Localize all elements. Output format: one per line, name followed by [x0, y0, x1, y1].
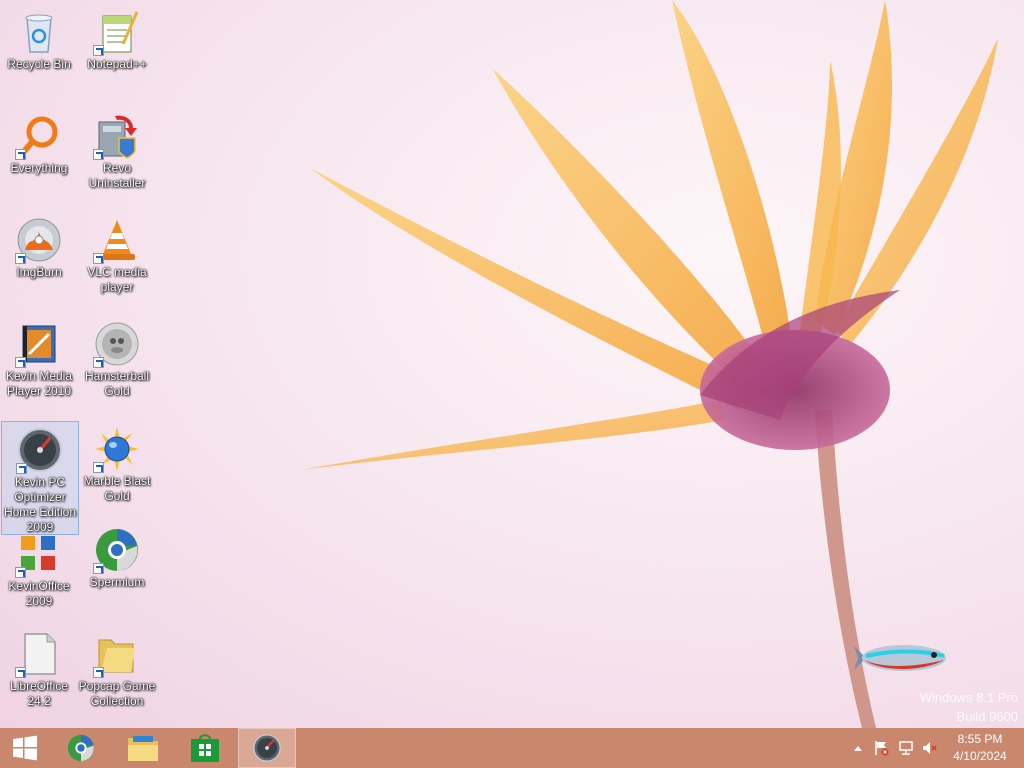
network-button[interactable] [898, 740, 914, 756]
icon-label: Kevin Media Player 2010 [5, 369, 73, 398]
browser-icon [67, 734, 95, 762]
shortcut-arrow-icon [93, 357, 104, 368]
icon-label: Kevin PC Optimizer Home Edition 2009 [3, 475, 77, 534]
desktop-icon-everything[interactable]: Everything [0, 108, 78, 176]
desktop-icon-recycle-bin[interactable]: Recycle Bin [0, 4, 78, 72]
taskbar: 8:55 PM 4/10/2024 [0, 728, 1024, 768]
recycle-bin-icon [15, 8, 63, 56]
desktop[interactable]: Recycle Bin Everything ImgBurn Kevin Med… [0, 0, 1024, 728]
watermark-build: Build 9600 [956, 709, 1018, 724]
desktop-icon-popcap-collection[interactable]: Popcap Game Collection [78, 626, 156, 709]
vlc-icon [93, 216, 141, 264]
browser-icon [93, 526, 141, 574]
marble-blast-icon [93, 425, 141, 473]
desktop-icon-kevin-media-player[interactable]: Kevin Media Player 2010 [0, 316, 78, 399]
network-icon [899, 741, 913, 755]
media-player-icon [15, 320, 63, 368]
pc-optimizer-icon [16, 426, 64, 474]
imgburn-icon [15, 216, 63, 264]
shortcut-arrow-icon [15, 667, 26, 678]
office-icon [15, 530, 63, 578]
shortcut-arrow-icon [93, 563, 104, 574]
show-hidden-icons-button[interactable] [850, 740, 866, 756]
desktop-icon-revo-uninstaller[interactable]: Revo Uninstaller [78, 108, 156, 191]
shortcut-arrow-icon [16, 463, 27, 474]
taskbar-pc-optimizer[interactable] [238, 728, 296, 768]
shortcut-arrow-icon [93, 149, 104, 160]
start-button[interactable] [0, 728, 50, 768]
icon-label: Hamsterball Gold [84, 369, 150, 398]
shortcut-arrow-icon [15, 357, 26, 368]
clock-date: 4/10/2024 [953, 749, 1007, 763]
taskbar-clock[interactable]: 8:55 PM 4/10/2024 [940, 731, 1020, 765]
desktop-icon-notepad-plus-plus[interactable]: Notepad++ [78, 4, 156, 72]
store-icon [191, 734, 219, 762]
desktop-icon-vlc[interactable]: VLC media player [78, 212, 156, 295]
icon-label: LibreOffice 24.2 [10, 679, 68, 708]
revo-uninstaller-icon [93, 112, 141, 160]
icon-label: Everything [10, 161, 68, 175]
taskbar-file-explorer[interactable] [114, 728, 172, 768]
icon-label: KevinOffice 2009 [8, 579, 70, 608]
desktop-icon-hamsterball[interactable]: Hamsterball Gold [78, 316, 156, 399]
taskbar-store[interactable] [176, 728, 234, 768]
start-icon [13, 735, 37, 761]
shortcut-arrow-icon [15, 149, 26, 160]
chevron-up-icon [854, 746, 862, 751]
icon-label: Recycle Bin [7, 57, 71, 71]
icon-label: Spermium [89, 575, 145, 589]
shortcut-arrow-icon [93, 667, 104, 678]
shortcut-arrow-icon [93, 462, 104, 473]
libreoffice-icon [15, 630, 63, 678]
desktop-icon-marble-blast[interactable]: Marble Blast Gold [78, 421, 156, 504]
desktop-icon-libreoffice[interactable]: LibreOffice 24.2 [0, 626, 78, 709]
shortcut-arrow-icon [93, 253, 104, 264]
shortcut-arrow-icon [15, 253, 26, 264]
icon-label: Popcap Game Collection [78, 679, 156, 708]
watermark-edition: Windows 8.1 Pro [919, 690, 1018, 705]
icon-label: Revo Uninstaller [88, 161, 146, 190]
clock-time: 8:55 PM [957, 732, 1003, 746]
icon-label: Notepad++ [87, 57, 147, 71]
pc-optimizer-icon [253, 734, 281, 762]
windows-version-watermark: Windows 8.1 Pro Build 9600 [920, 688, 1018, 726]
volume-button[interactable] [922, 740, 938, 756]
fish-icon [854, 645, 946, 671]
shortcut-arrow-icon [93, 45, 104, 56]
folder-icon [93, 630, 141, 678]
taskbar-browser[interactable] [52, 728, 110, 768]
icon-label: VLC media player [87, 265, 147, 294]
desktop-icon-spermium[interactable]: Spermium [78, 522, 156, 590]
flag-alert-icon [875, 741, 889, 756]
hamsterball-icon [93, 320, 141, 368]
shortcut-arrow-icon [15, 567, 26, 578]
icon-label: Marble Blast Gold [83, 474, 151, 503]
icon-label: ImgBurn [16, 265, 62, 279]
desktop-fish-pet[interactable] [852, 638, 950, 678]
action-center-button[interactable] [873, 740, 889, 756]
file-explorer-icon [128, 736, 158, 761]
desktop-icon-imgburn[interactable]: ImgBurn [0, 212, 78, 280]
notepad-plus-plus-icon [93, 8, 141, 56]
volume-muted-icon [923, 742, 937, 754]
everything-search-icon [15, 112, 63, 160]
desktop-icon-kevin-pc-optimizer[interactable]: Kevin PC Optimizer Home Edition 2009 [1, 421, 79, 535]
desktop-icon-kevinoffice[interactable]: KevinOffice 2009 [0, 530, 78, 609]
